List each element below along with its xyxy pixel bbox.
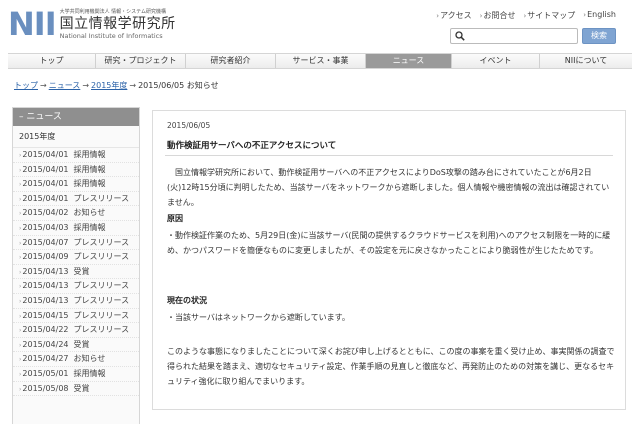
- breadcrumb-top[interactable]: トップ: [14, 81, 38, 90]
- nav-research[interactable]: 研究・プロジェクト: [96, 54, 186, 68]
- closing-text: このような事態になりましたことについて深くお詫び申し上げるとともに、この度の事案…: [167, 347, 615, 386]
- breadcrumb: トップ → ニュース → 2015年度 → 2015/06/05 お知らせ: [14, 80, 219, 91]
- article: 2015/06/05 動作検証用サーバへの不正アクセスについて 国立情報学研究所…: [152, 110, 626, 410]
- logo-mark: NII: [8, 5, 57, 43]
- news-date: 2015/04/01: [22, 179, 69, 189]
- logo-org-line: 大学共同利用機関法人 情報・システム研究機構: [59, 8, 167, 15]
- sidebar-news-item[interactable]: ›2015/04/01 採用情報: [13, 177, 139, 192]
- news-date: 2015/04/27: [22, 354, 69, 364]
- sidebar-news-item[interactable]: ›2015/04/07 プレスリリース: [13, 236, 139, 251]
- sidebar-news-item[interactable]: ›2015/04/13 プレスリリース: [13, 279, 139, 294]
- news-category: プレスリリース: [73, 295, 130, 305]
- breadcrumb-sep: →: [129, 81, 137, 90]
- util-link-contact[interactable]: ›お問合せ: [480, 10, 516, 21]
- sidebar-news-item[interactable]: ›2015/05/01 採用情報: [13, 367, 139, 382]
- news-date: 2015/04/22: [22, 325, 69, 335]
- news-category: 採用情報: [73, 164, 106, 174]
- cause-text: ・動作検証作業のため、5月29日(金)に当該サーバ(民間の提供するクラウドサービ…: [167, 231, 611, 255]
- news-date: 2015/05/01: [22, 368, 69, 378]
- news-category: プレスリリース: [73, 237, 130, 247]
- title-divider: [165, 155, 613, 156]
- sidebar-news-item[interactable]: ›2015/04/13 プレスリリース: [13, 294, 139, 309]
- sidebar-news-item[interactable]: ›2015/04/15 プレスリリース: [13, 309, 139, 324]
- sidebar-news-item[interactable]: ›2015/04/01 採用情報: [13, 163, 139, 178]
- news-date: 2015/04/09: [22, 252, 69, 262]
- news-category: プレスリリース: [73, 193, 130, 203]
- news-date: 2015/04/13: [22, 295, 69, 305]
- article-date: 2015/06/05: [167, 121, 211, 130]
- util-link-access[interactable]: ›アクセス: [436, 10, 471, 21]
- nav-top[interactable]: トップ: [8, 54, 96, 68]
- news-date: 2015/04/07: [22, 237, 69, 247]
- utility-links: ›アクセス ›お問合せ ›サイトマップ ›English: [436, 10, 616, 21]
- news-category: お知らせ: [73, 208, 106, 218]
- site-header: NII 大学共同利用機関法人 情報・システム研究機構 国立情報学研究所 Nati…: [0, 0, 640, 50]
- nav-events[interactable]: イベント: [452, 54, 540, 68]
- news-date: 2015/04/24: [22, 339, 69, 349]
- news-category: プレスリリース: [73, 310, 130, 320]
- news-date: 2015/04/01: [22, 150, 69, 159]
- logo-jp-name: 国立情報学研究所: [59, 15, 176, 32]
- sidebar-heading: – ニュース: [13, 108, 139, 126]
- news-date: 2015/04/13: [22, 266, 69, 276]
- search-icon: [455, 31, 465, 41]
- search-button[interactable]: 検索: [582, 28, 616, 44]
- news-date: 2015/04/01: [22, 193, 69, 203]
- breadcrumb-sep: →: [40, 81, 47, 90]
- sidebar-news-item[interactable]: ›2015/04/27 お知らせ: [13, 352, 139, 367]
- news-category: 採用情報: [73, 368, 106, 378]
- sidebar-news-item[interactable]: ›2015/04/13 受賞: [13, 265, 139, 280]
- news-date: 2015/04/01: [22, 164, 69, 174]
- news-category: 受賞: [73, 383, 90, 393]
- article-intro: 国立情報学研究所において、動作検証用サーバへの不正アクセスによりDoS攻撃の踏み…: [167, 168, 610, 207]
- cause-heading: 原因: [167, 214, 183, 223]
- sidebar-news-item[interactable]: ›2015/04/09 プレスリリース: [13, 250, 139, 265]
- breadcrumb-current: 2015/06/05 お知らせ: [138, 81, 219, 90]
- news-date: 2015/04/03: [22, 222, 69, 232]
- news-category: 受賞: [73, 266, 90, 276]
- nav-services[interactable]: サービス・事業: [276, 54, 366, 68]
- nav-about[interactable]: NIIについて: [540, 54, 632, 68]
- breadcrumb-sep: →: [82, 81, 90, 90]
- sidebar-news-item[interactable]: ›2015/04/02 お知らせ: [13, 206, 139, 221]
- sidebar-news-item[interactable]: ›2015/04/03 採用情報: [13, 221, 139, 236]
- news-category: 採用情報: [73, 222, 106, 232]
- news-category: プレスリリース: [73, 281, 130, 291]
- nii-logo[interactable]: NII 大学共同利用機関法人 情報・システム研究機構 国立情報学研究所 Nati…: [8, 8, 176, 40]
- search-input[interactable]: [450, 28, 578, 44]
- sidebar-list: ›2015/04/01 採用情報 ›2015/04/01 採用情報 ›2015/04/0…: [13, 148, 139, 397]
- nav-researchers[interactable]: 研究者紹介: [186, 54, 276, 68]
- news-category: 採用情報: [73, 179, 106, 189]
- sidebar-news-item[interactable]: ›2015/04/22 プレスリリース: [13, 323, 139, 338]
- breadcrumb-year[interactable]: 2015年度: [91, 81, 127, 90]
- status-heading: 現在の状況: [167, 296, 207, 305]
- util-link-sitemap[interactable]: ›サイトマップ: [523, 10, 575, 21]
- news-category: 受賞: [73, 339, 90, 349]
- breadcrumb-news[interactable]: ニュース: [49, 81, 81, 90]
- logo-text: 大学共同利用機関法人 情報・システム研究機構 国立情報学研究所 National…: [60, 9, 176, 40]
- chevron-right-icon: ›: [436, 12, 440, 20]
- news-sidebar: – ニュース 2015年度 ›2015/04/01 採用情報 ›2015/04/01…: [12, 107, 140, 424]
- sidebar-year[interactable]: 2015年度: [13, 126, 139, 148]
- main-nav: トップ 研究・プロジェクト 研究者紹介 サービス・事業 ニュース イベント NI…: [8, 53, 632, 69]
- sidebar-news-item[interactable]: ›2015/04/01 採用情報: [13, 148, 139, 163]
- news-date: 2015/04/15: [22, 310, 69, 320]
- util-link-english[interactable]: ›English: [583, 10, 616, 21]
- chevron-right-icon: ›: [583, 11, 587, 19]
- news-category: プレスリリース: [73, 252, 130, 262]
- sidebar-news-item[interactable]: ›2015/04/24 受賞: [13, 338, 139, 353]
- article-title: 動作検証用サーバへの不正アクセスについて: [167, 141, 337, 151]
- news-category: お知らせ: [73, 354, 106, 364]
- news-category: プレスリリース: [73, 325, 130, 335]
- news-date: 2015/04/02: [22, 208, 69, 218]
- news-category: 採用情報: [73, 150, 106, 159]
- logo-en-name: National Institute of Informatics: [59, 31, 163, 40]
- news-date: 2015/04/13: [22, 281, 69, 291]
- news-date: 2015/05/08: [22, 383, 69, 393]
- sidebar-news-item[interactable]: ›2015/04/01 プレスリリース: [13, 192, 139, 207]
- sidebar-news-item[interactable]: ›2015/05/08 受賞: [13, 382, 139, 397]
- chevron-right-icon: ›: [523, 12, 527, 20]
- nav-news[interactable]: ニュース: [366, 54, 452, 68]
- status-text: ・当該サーバはネットワークから遮断しています。: [167, 313, 350, 322]
